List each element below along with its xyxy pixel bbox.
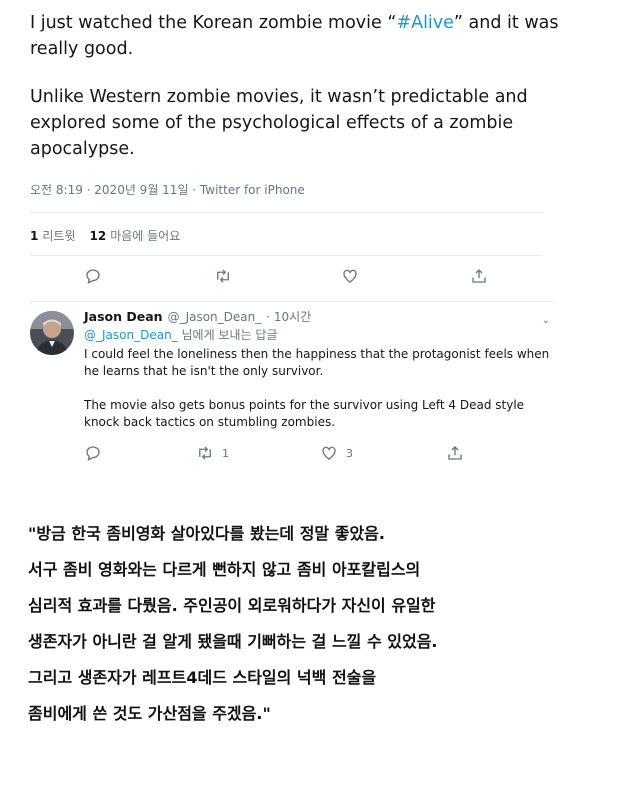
tweet-paragraph-1: I just watched the Korean zombie movie “… xyxy=(30,13,559,59)
translation-line: 생존자가 아니란 걸 알게 됐을때 기뻐하는 걸 느낄 수 있었음. xyxy=(28,632,438,651)
share-button[interactable] xyxy=(470,267,488,285)
tweet-paragraph-2: Unlike Western zombie movies, it wasn’t … xyxy=(30,87,528,159)
tweet-actions xyxy=(30,267,550,295)
reply-icon xyxy=(86,269,100,284)
retweet-icon xyxy=(217,269,229,283)
share-icon xyxy=(472,269,486,283)
translation-line: "방금 한국 좀비영화 살아있다를 봤는데 정말 좋았음. xyxy=(28,524,385,543)
divider xyxy=(30,212,543,213)
heart-icon xyxy=(322,446,336,460)
reply-retweet-button[interactable]: 1 xyxy=(196,444,229,462)
reply-icon xyxy=(86,446,100,461)
avatar-image xyxy=(30,311,74,355)
reply-retweet-count: 1 xyxy=(222,446,229,460)
avatar[interactable] xyxy=(30,311,74,355)
reply-reply-button[interactable] xyxy=(84,444,102,462)
mention-link[interactable]: @_Jason_Dean_ xyxy=(84,328,178,342)
retweet-icon xyxy=(199,446,211,460)
divider xyxy=(30,255,543,256)
heart-icon xyxy=(343,269,357,283)
chevron-down-icon[interactable]: ⌄ xyxy=(542,312,550,329)
reply-like-count: 3 xyxy=(346,446,353,460)
like-button[interactable] xyxy=(341,267,359,285)
reply-share-button[interactable] xyxy=(446,444,464,462)
translation-caption: "방금 한국 좀비영화 살아있다를 봤는데 정말 좋았음. 서구 좀비 영화와는… xyxy=(28,516,628,732)
reply-author-handle[interactable]: @_Jason_Dean_ xyxy=(168,309,262,326)
retweet-stat[interactable]: 1 리트윗 xyxy=(30,227,75,244)
share-icon xyxy=(448,446,462,460)
reply-actions: 1 3 xyxy=(84,444,504,464)
tweet-text: I just watched the Korean zombie movie “… xyxy=(30,10,590,184)
tweet-timestamp[interactable]: 오전 8:19 · 2020년 9월 11일 · Twitter for iPh… xyxy=(30,181,305,198)
reply-text: I could feel the loneliness then the hap… xyxy=(84,346,550,431)
translation-line: 서구 좀비 영화와는 다르게 뻔하지 않고 좀비 아포칼립스의 xyxy=(28,560,421,579)
translation-line: 그리고 생존자가 레프트4데드 스타일의 넉백 전술을 xyxy=(28,668,377,687)
reply-paragraph-1: I could feel the loneliness then the hap… xyxy=(84,347,550,378)
reply-time: · 10시간 xyxy=(266,310,312,324)
divider xyxy=(30,301,555,302)
translation-line: 좀비에게 쓴 것도 가산점을 주겠음." xyxy=(28,704,271,723)
translation-line: 심리적 효과를 다뤘음. 주인공이 외로워하다가 자신이 유일한 xyxy=(28,596,436,615)
reply-like-button[interactable]: 3 xyxy=(320,444,353,462)
tweet-stats: 1 리트윗 12 마음에 들어요 xyxy=(30,227,180,244)
hashtag-link[interactable]: #Alive xyxy=(396,13,453,33)
like-stat[interactable]: 12 마음에 들어요 xyxy=(89,227,180,244)
reply-author-name[interactable]: Jason Dean xyxy=(84,308,163,325)
reply-paragraph-2: The movie also gets bonus points for the… xyxy=(84,398,525,429)
retweet-button[interactable] xyxy=(214,267,232,285)
replying-to: @_Jason_Dean_ 님에게 보내는 답글 xyxy=(84,328,278,342)
reply-button[interactable] xyxy=(84,267,102,285)
